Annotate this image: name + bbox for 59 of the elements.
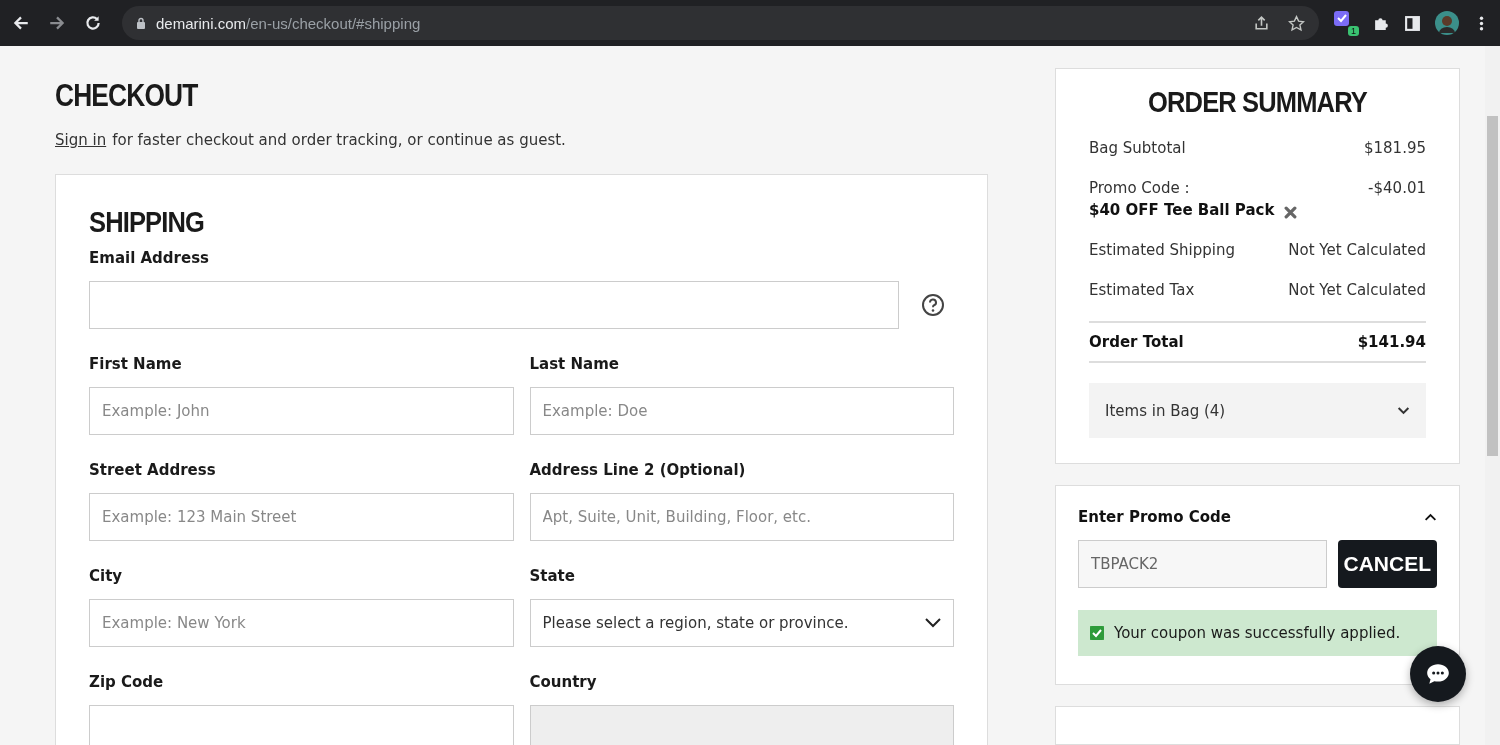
success-message: Your coupon was successfully applied. xyxy=(1114,624,1401,642)
field-label: Country xyxy=(529,673,598,691)
chevron-down-icon xyxy=(1397,406,1410,415)
summary-value: -$40.01 xyxy=(1368,179,1426,197)
field-label: City xyxy=(89,567,124,585)
share-icon[interactable] xyxy=(1253,14,1270,32)
field-label: Last Name xyxy=(529,355,620,373)
star-icon[interactable] xyxy=(1288,14,1305,32)
summary-label: Estimated Shipping xyxy=(1089,241,1235,259)
total-label: Order Total xyxy=(1089,333,1184,351)
sign-in-hint: for faster checkout and order tracking, or continue as guest. xyxy=(112,131,566,149)
summary-value: $181.95 xyxy=(1363,139,1426,157)
chevron-down-icon xyxy=(925,618,941,628)
field-label: Zip Code xyxy=(89,673,165,691)
sign-in-link[interactable]: Sign in xyxy=(55,131,107,149)
text-field[interactable]: Apt, Suite, Unit, Building, Floor, etc. xyxy=(529,493,954,541)
collapse-icon[interactable] xyxy=(1424,512,1437,522)
extension-icon[interactable] xyxy=(1333,10,1351,28)
text-field[interactable]: Example: New York xyxy=(89,599,514,647)
items-toggle[interactable]: Items in Bag (4) xyxy=(1089,383,1426,438)
lock-icon xyxy=(136,17,146,29)
field-label: State xyxy=(529,567,576,585)
forward-icon[interactable] xyxy=(48,14,66,32)
page-title: CHECKOUT xyxy=(55,78,198,114)
side-panel-icon[interactable] xyxy=(1404,14,1421,32)
text-field[interactable]: Example: Doe xyxy=(529,387,954,435)
text-field[interactable]: Example: 123 Main Street xyxy=(89,493,514,541)
chat-bubble-icon xyxy=(1425,661,1451,687)
reload-icon[interactable] xyxy=(84,14,102,32)
cancel-button[interactable]: CANCEL xyxy=(1337,540,1437,588)
select-field[interactable] xyxy=(529,705,954,745)
text-field[interactable] xyxy=(89,705,514,745)
help-icon[interactable] xyxy=(921,293,945,317)
summary-label: Estimated Tax xyxy=(1089,281,1195,299)
back-icon[interactable] xyxy=(12,14,30,32)
field-label: Street Address xyxy=(89,461,217,479)
promo-code-field[interactable]: TBPACK2 xyxy=(1078,540,1327,588)
address-bar[interactable]: demarini.com/en-us/checkout/#shipping xyxy=(122,6,1319,40)
total-value: $141.94 xyxy=(1357,333,1426,351)
promo-name: $40 OFF Tee Ball Pack xyxy=(1089,201,1275,219)
email-field[interactable] xyxy=(89,281,899,329)
extension-badge: 1 xyxy=(1348,26,1359,36)
text-field[interactable]: Example: John xyxy=(89,387,514,435)
summary-value: Not Yet Calculated xyxy=(1288,241,1426,259)
section-title: SHIPPING xyxy=(89,205,205,239)
remove-icon[interactable] xyxy=(1284,205,1298,219)
scrollbar-thumb[interactable] xyxy=(1487,116,1498,456)
url-text: demarini.com/en-us/checkout/#shipping xyxy=(156,14,421,32)
summary-label: Bag Subtotal xyxy=(1089,139,1186,157)
field-label: First Name xyxy=(89,355,183,373)
summary-title: ORDER SUMMARY xyxy=(1147,85,1368,119)
field-label: Email Address xyxy=(89,249,210,267)
profile-avatar-icon[interactable] xyxy=(1435,11,1459,35)
summary-label: Promo Code : xyxy=(1089,179,1191,197)
field-label: Address Line 2 (Optional) xyxy=(529,461,747,479)
select-field[interactable]: Please select a region, state or province. xyxy=(529,599,954,647)
summary-value: Not Yet Calculated xyxy=(1288,281,1426,299)
promo-title: Enter Promo Code xyxy=(1078,508,1231,526)
chat-button[interactable] xyxy=(1410,646,1466,702)
